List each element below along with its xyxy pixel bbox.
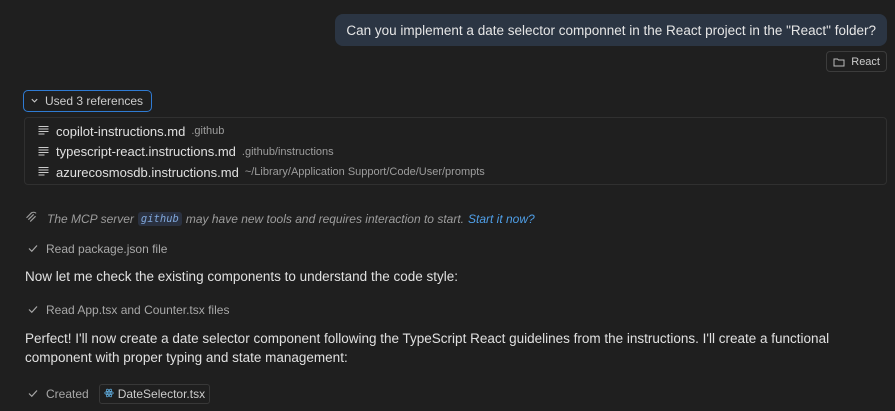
check-icon bbox=[28, 387, 38, 401]
used-references-label: Used 3 references bbox=[45, 94, 144, 108]
step-label: Read package.json file bbox=[46, 242, 168, 256]
chevron-down-icon bbox=[30, 94, 39, 108]
mcp-notice-suffix: may have new tools and requires interact… bbox=[185, 212, 464, 226]
step-label: Created bbox=[46, 387, 89, 401]
start-mcp-server-link[interactable]: Start it now? bbox=[468, 212, 535, 226]
context-chip-label: React bbox=[851, 55, 880, 68]
progress-step: Created DateSelector.tsx bbox=[28, 384, 211, 404]
created-file-chip[interactable]: DateSelector.tsx bbox=[98, 384, 211, 404]
reference-file-path: .github bbox=[191, 125, 225, 138]
references-list: copilot-instructions.md .github typescri… bbox=[24, 117, 887, 185]
mcp-plug-icon bbox=[25, 211, 38, 227]
reference-item[interactable]: typescript-react.instructions.md .github… bbox=[25, 142, 886, 163]
react-icon bbox=[104, 387, 114, 401]
progress-step: Read package.json file bbox=[28, 242, 167, 256]
user-message-bubble: Can you implement a date selector compon… bbox=[335, 14, 887, 46]
reference-file-path: ~/Library/Application Support/Code/User/… bbox=[244, 166, 485, 179]
reference-file-name: copilot-instructions.md bbox=[56, 123, 186, 139]
mcp-server-notice: The MCP server github may have new tools… bbox=[25, 211, 535, 227]
file-lines-icon bbox=[38, 122, 49, 140]
progress-step: Read App.tsx and Counter.tsx files bbox=[28, 303, 229, 317]
used-references-toggle[interactable]: Used 3 references bbox=[23, 90, 153, 112]
assistant-message: Now let me check the existing components… bbox=[25, 269, 458, 284]
reference-item[interactable]: azurecosmosdb.instructions.md ~/Library/… bbox=[25, 162, 886, 183]
mcp-notice-prefix: The MCP server bbox=[47, 212, 134, 226]
reference-file-path: .github/instructions bbox=[241, 145, 334, 158]
check-icon bbox=[28, 242, 38, 256]
assistant-message: Perfect! I'll now create a date selector… bbox=[25, 331, 830, 365]
file-lines-icon bbox=[38, 143, 49, 161]
context-chip-react-folder[interactable]: React bbox=[826, 51, 887, 72]
user-message-text: Can you implement a date selector compon… bbox=[346, 22, 876, 38]
reference-file-name: azurecosmosdb.instructions.md bbox=[56, 164, 239, 180]
file-lines-icon bbox=[38, 163, 49, 181]
step-label: Read App.tsx and Counter.tsx files bbox=[46, 303, 230, 317]
reference-file-name: typescript-react.instructions.md bbox=[56, 144, 236, 160]
created-file-name: DateSelector.tsx bbox=[117, 387, 206, 401]
check-icon bbox=[28, 303, 38, 317]
reference-item[interactable]: copilot-instructions.md .github bbox=[25, 121, 886, 142]
mcp-server-name: github bbox=[137, 212, 182, 226]
folder-icon bbox=[833, 57, 845, 67]
